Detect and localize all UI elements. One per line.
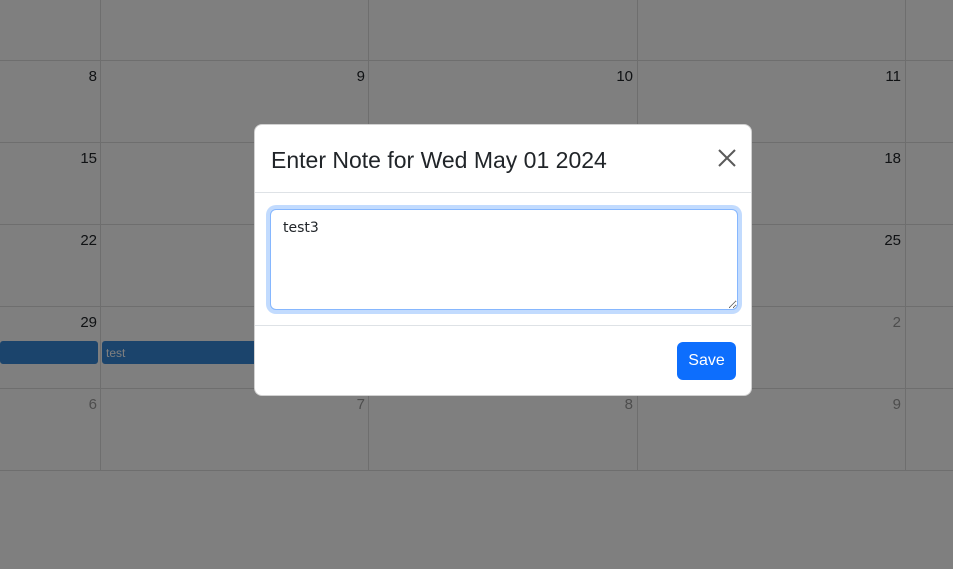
note-textarea[interactable]: test3 <box>270 209 738 310</box>
modal-header: Enter Note for Wed May 01 2024 <box>255 125 751 193</box>
modal-body: test3 <box>255 193 751 326</box>
close-icon <box>718 149 736 167</box>
modal-title: Enter Note for Wed May 01 2024 <box>271 147 607 173</box>
note-modal: Enter Note for Wed May 01 2024 test3 Sav… <box>254 124 752 396</box>
close-button[interactable] <box>715 146 739 170</box>
save-button[interactable]: Save <box>677 342 736 380</box>
